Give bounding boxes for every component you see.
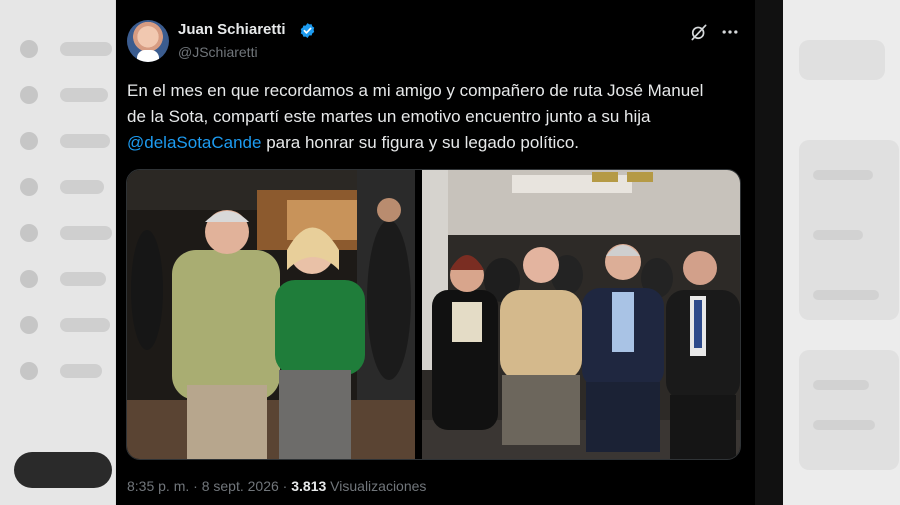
photo-seated-group[interactable] [422, 170, 740, 459]
blurred-search-box [799, 40, 885, 80]
verified-badge-icon [300, 23, 315, 38]
blurred-nav-item [60, 134, 110, 148]
tweet-card: Juan Schiaretti @JSchiaretti En el mes e… [116, 0, 755, 505]
author-name[interactable]: Juan Schiaretti [178, 21, 286, 38]
author-handle[interactable]: @JSchiaretti [178, 44, 258, 60]
tweet-media [126, 169, 741, 460]
mention-link[interactable]: @delaSotaCande [127, 133, 261, 152]
views-label: Visualizaciones [330, 478, 427, 494]
meta-separator: · [282, 478, 288, 494]
grok-icon[interactable] [689, 22, 709, 42]
blurred-nav-icon [20, 270, 38, 288]
tweet-text-end: para honrar su figura y su legado políti… [261, 133, 579, 152]
dark-edge [755, 0, 783, 505]
background-left-panel [0, 0, 115, 505]
blurred-nav-item [60, 272, 106, 286]
blurred-nav-icon [20, 362, 38, 380]
blurred-nav-item [60, 88, 108, 102]
blurred-nav-icon [20, 178, 38, 196]
background-right-panel [783, 0, 900, 505]
blurred-suggestion-line [813, 380, 869, 390]
blurred-nav-icon [20, 40, 38, 58]
more-options-icon[interactable] [720, 22, 740, 42]
photo-seated-group-image [422, 170, 740, 459]
tweet-date[interactable]: 8 sept. 2026 [202, 478, 279, 494]
blurred-nav-item [60, 180, 104, 194]
blurred-nav-icon [20, 86, 38, 104]
blurred-post-button [14, 452, 112, 488]
photo-two-people[interactable] [127, 170, 415, 459]
blurred-nav-icon [20, 224, 38, 242]
blurred-nav-item [60, 318, 110, 332]
blurred-trend-line [813, 170, 873, 180]
author-avatar[interactable] [127, 20, 169, 62]
blurred-nav-icon [20, 316, 38, 334]
blurred-nav-item [60, 42, 112, 56]
tweet-time[interactable]: 8:35 p. m. [127, 478, 189, 494]
blurred-nav-icon [20, 132, 38, 150]
blurred-suggestions-box [799, 350, 899, 470]
blurred-trend-line [813, 290, 879, 300]
blurred-nav-item [60, 226, 112, 240]
meta-separator: · [193, 478, 198, 494]
tweet-meta: 8:35 p. m. · 8 sept. 2026 · 3.813 Visual… [127, 478, 426, 494]
tweet-text-start: En el mes en que recordamos a mi amigo y… [127, 81, 704, 126]
tweet-text: En el mes en que recordamos a mi amigo y… [127, 78, 727, 156]
photo-two-people-image [127, 170, 415, 459]
blurred-nav-item [60, 364, 102, 378]
views-count: 3.813 [291, 478, 327, 494]
blurred-suggestion-line [813, 420, 875, 430]
blurred-trend-line [813, 230, 863, 240]
